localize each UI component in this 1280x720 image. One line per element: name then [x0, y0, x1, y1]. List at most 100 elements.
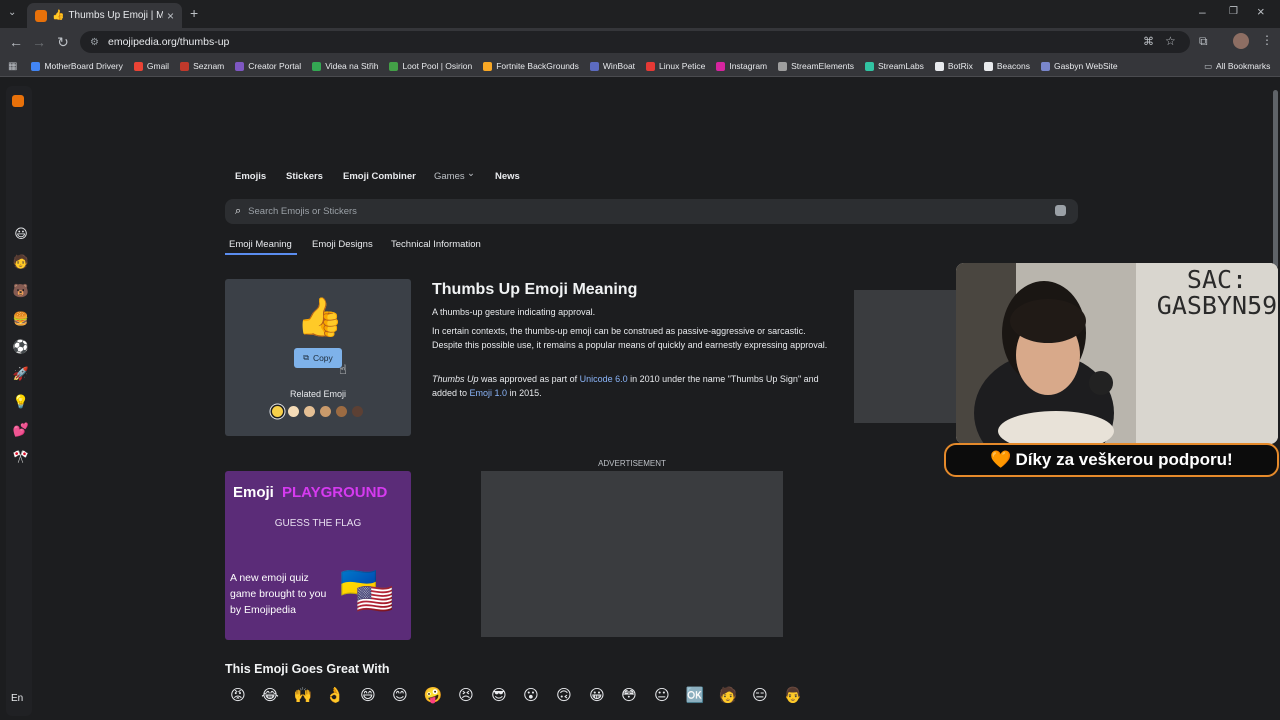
tab-technical-information[interactable]: Technical Information	[391, 239, 481, 250]
related-emoji-item[interactable]: 😀	[587, 686, 607, 706]
nav-games[interactable]: Games	[434, 171, 465, 182]
tab-active[interactable]: 👍 Thumbs Up Emoji | Meaning ×	[27, 3, 182, 28]
meaning-paragraph-2: In certain contexts, the thumbs-up emoji…	[432, 326, 828, 350]
skin-tone-default[interactable]	[272, 406, 283, 417]
bookmark-item[interactable]: WinBoat	[589, 61, 635, 71]
chevron-down-icon[interactable]: ⌄	[467, 168, 475, 179]
address-bar[interactable]: ⚙ emojipedia.org/thumbs-up	[80, 31, 1190, 53]
related-emoji-item[interactable]: 👨	[783, 686, 803, 706]
copy-button[interactable]: ⧉ Copy	[294, 348, 342, 368]
emojipedia-logo-icon[interactable]	[12, 95, 24, 107]
advertisement-box[interactable]	[481, 471, 783, 637]
related-emoji-item[interactable]: 🧑	[718, 686, 738, 706]
site-favicon-icon	[35, 9, 47, 22]
bookmark-item[interactable]: MotherBoard Drivery	[31, 61, 123, 71]
rail-smileys-icon[interactable]: 😃	[12, 225, 30, 243]
bookmark-icon	[646, 61, 656, 71]
skin-tone-medium-dark[interactable]	[336, 406, 347, 417]
restore-icon[interactable]: ❐	[1229, 6, 1238, 17]
related-emoji-item[interactable]: 😄	[358, 686, 378, 706]
related-emoji-item[interactable]: 🙃	[554, 686, 574, 706]
emoji-version-link[interactable]: Emoji 1.0	[470, 388, 508, 398]
bookmark-icon	[312, 61, 322, 71]
related-emoji-item[interactable]: 😡	[228, 686, 248, 706]
bookmark-icon	[1040, 61, 1050, 71]
unicode-link[interactable]: Unicode 6.0	[580, 374, 628, 384]
menu-icon[interactable]: ⋮	[1261, 33, 1273, 47]
related-emoji-item[interactable]: 👌	[325, 686, 345, 706]
skin-tone-medium[interactable]	[320, 406, 331, 417]
tab-emoji-designs[interactable]: Emoji Designs	[312, 239, 373, 250]
url-text: emojipedia.org/thumbs-up	[108, 36, 230, 48]
related-emoji-item[interactable]: 😎	[489, 686, 509, 706]
bookmark-item[interactable]: Videa na Střih	[312, 61, 378, 71]
rail-food-icon[interactable]: 🍔	[12, 310, 30, 328]
related-emoji-item[interactable]: 😂	[260, 686, 280, 706]
related-emoji-item[interactable]: 🙌	[293, 686, 313, 706]
playground-brand-emoji: Emoji	[233, 484, 274, 501]
related-emoji-item[interactable]: 😣	[456, 686, 476, 706]
bookmark-item[interactable]: Linux Petice	[646, 61, 705, 71]
related-emoji-item[interactable]: 😳	[619, 686, 639, 706]
skin-tone-medium-light[interactable]	[304, 406, 315, 417]
rail-animals-icon[interactable]: 🐻	[12, 282, 30, 300]
rail-travel-icon[interactable]: 🚀	[12, 365, 30, 383]
tab-emoji-meaning[interactable]: Emoji Meaning	[229, 239, 292, 250]
skin-tone-dark[interactable]	[352, 406, 363, 417]
skin-tone-light[interactable]	[288, 406, 299, 417]
forward-icon[interactable]: →	[31, 34, 47, 50]
bookmark-star-icon[interactable]: ☆	[1165, 34, 1176, 48]
rail-symbols-icon[interactable]: 💕	[12, 421, 30, 439]
thumbs-up-emoji[interactable]: 👍	[296, 296, 343, 340]
bookmark-icon	[31, 61, 41, 71]
nav-stickers[interactable]: Stickers	[286, 171, 323, 182]
bookmark-item[interactable]: StreamLabs	[864, 61, 924, 71]
side-advertisement[interactable]	[854, 290, 958, 423]
back-icon[interactable]: ←	[8, 34, 24, 50]
bookmark-icon	[133, 61, 143, 71]
tab-emoji: 👍	[52, 10, 65, 21]
related-emoji-item[interactable]: 🤪	[423, 686, 443, 706]
language-selector[interactable]: En	[11, 693, 23, 704]
related-emoji-item[interactable]: 😑	[750, 686, 770, 706]
bookmark-icon	[983, 61, 993, 71]
all-bookmarks-folder[interactable]: ▭ All Bookmarks	[1204, 61, 1270, 72]
tab-search-icon[interactable]: ⌄	[8, 7, 16, 18]
related-emoji-item[interactable]: 🆗	[685, 686, 705, 706]
bookmark-item[interactable]: Gmail	[133, 61, 169, 71]
nav-emoji-combiner[interactable]: Emoji Combiner	[343, 171, 416, 182]
rail-activities-icon[interactable]: ⚽	[12, 338, 30, 356]
playground-brand-playground: PLAYGROUND	[282, 484, 388, 501]
apps-grid-icon[interactable]: ▦	[8, 61, 17, 72]
bookmark-item[interactable]: BotRix	[934, 61, 973, 71]
bookmark-item[interactable]: Beacons	[983, 61, 1030, 71]
rail-people-icon[interactable]: 🧑	[12, 253, 30, 271]
tab-close-icon[interactable]: ×	[167, 9, 174, 23]
nav-news[interactable]: News	[495, 171, 520, 182]
related-emoji-item[interactable]: 😮	[521, 686, 541, 706]
new-tab-button[interactable]: +	[190, 5, 198, 21]
bookmark-item[interactable]: Gasbyn WebSite	[1040, 61, 1118, 71]
reload-icon[interactable]: ↻	[55, 34, 71, 50]
translate-icon[interactable]: ⌘	[1143, 35, 1154, 48]
bookmark-item[interactable]: Fortnite BackGrounds	[483, 61, 579, 71]
minimize-icon[interactable]: –	[1199, 5, 1206, 19]
bookmark-item[interactable]: StreamElements	[778, 61, 854, 71]
window-close-icon[interactable]: ×	[1257, 4, 1265, 19]
rail-objects-icon[interactable]: 💡	[12, 393, 30, 411]
support-banner-text: Díky za veškerou podporu!	[1015, 450, 1233, 469]
site-info-icon[interactable]: ⚙	[90, 37, 102, 48]
related-emoji-item[interactable]: 😐	[652, 686, 672, 706]
nav-emojis[interactable]: Emojis	[235, 171, 266, 182]
bookmark-item[interactable]: Creator Portal	[235, 61, 301, 71]
rail-flags-icon[interactable]: 🎌	[12, 448, 30, 466]
random-emoji-icon[interactable]	[1055, 205, 1066, 216]
bookmark-item[interactable]: Seznam	[180, 61, 224, 71]
bookmark-item[interactable]: Instagram	[716, 61, 767, 71]
profile-avatar[interactable]	[1233, 33, 1249, 49]
related-emoji-item[interactable]: 😊	[390, 686, 410, 706]
extensions-icon[interactable]: ⧉	[1199, 34, 1208, 49]
scrollbar-thumb[interactable]	[1273, 90, 1278, 268]
bookmark-item[interactable]: Loot Pool | Osirion	[389, 61, 472, 71]
search-input[interactable]: ⌕ Search Emojis or Stickers	[225, 199, 1078, 224]
